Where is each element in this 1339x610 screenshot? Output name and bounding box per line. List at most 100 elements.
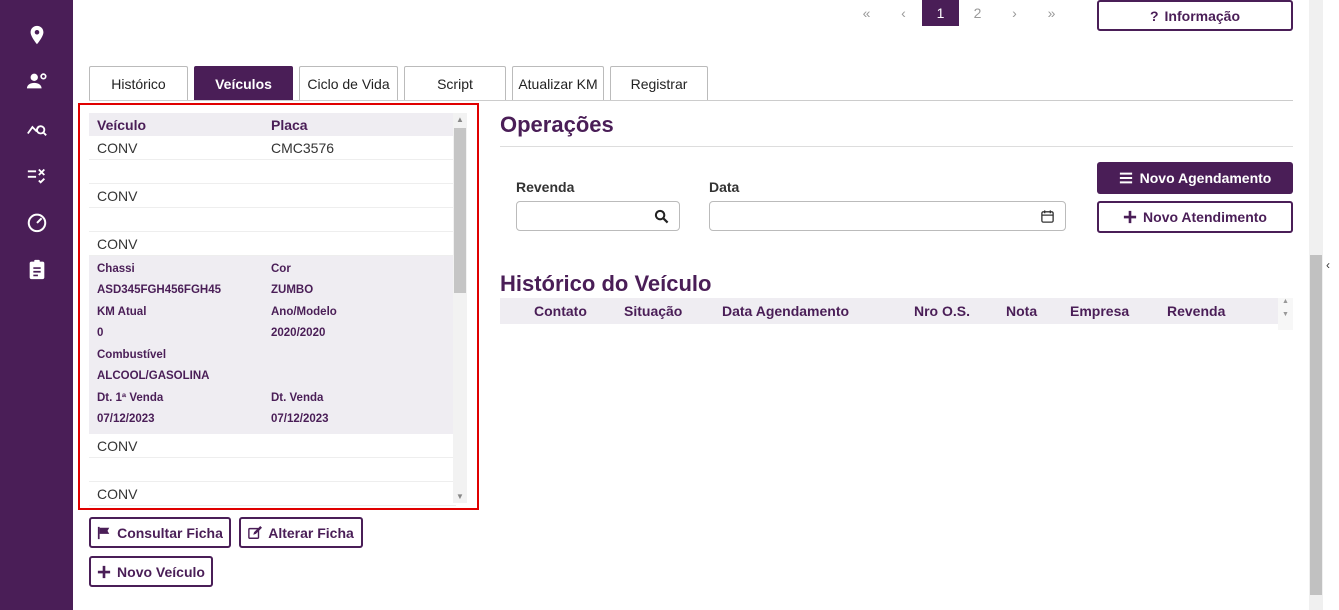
consultar-ficha-label: Consultar Ficha — [117, 524, 223, 541]
novo-atendimento-label: Novo Atendimento — [1143, 209, 1267, 225]
plus-icon — [1123, 210, 1137, 224]
tab-script[interactable]: Script — [404, 66, 506, 100]
calendar-icon[interactable] — [1040, 209, 1055, 224]
map-pin-icon[interactable] — [24, 22, 50, 48]
cor-value: ZUMBO — [271, 284, 314, 297]
menu-icon — [1119, 172, 1132, 184]
dt-venda-value: 07/12/2023 — [271, 413, 329, 426]
vehicle-model: CONV — [97, 187, 138, 204]
vehicle-row[interactable]: CONV — [89, 482, 456, 506]
alterar-ficha-button[interactable]: Alterar Ficha — [239, 517, 363, 548]
dt-primeira-venda-label: Dt. 1ª Venda — [97, 391, 164, 404]
historico-veiculo-title: Histórico do Veículo — [500, 271, 712, 296]
ano-label: Ano/Modelo — [271, 305, 337, 318]
revenda-label: Revenda — [516, 179, 575, 195]
flag-icon — [97, 526, 110, 539]
vehicle-row[interactable]: CONV — [89, 434, 456, 458]
first-page-button[interactable]: « — [848, 0, 885, 26]
vehicle-row[interactable]: CONV — [89, 232, 456, 256]
users-gear-icon[interactable] — [24, 68, 50, 94]
search-icon[interactable] — [654, 209, 669, 224]
tab-historico[interactable]: Histórico — [89, 66, 188, 100]
next-page-button[interactable]: › — [996, 0, 1033, 26]
placa-column-header: Placa — [271, 116, 308, 133]
vehicle-list: Veículo Placa CONV CMC3576 CONV CONV Cha… — [89, 113, 456, 506]
vehicle-list-panel: Veículo Placa CONV CMC3576 CONV CONV Cha… — [78, 103, 479, 510]
vehicle-list-header: Veículo Placa — [89, 113, 456, 136]
chassi-value: ASD345FGH456FGH45 — [97, 284, 221, 297]
scroll-down-icon[interactable]: ▼ — [1278, 311, 1293, 318]
scroll-up-icon[interactable]: ▲ — [1278, 298, 1293, 305]
contato-column-header[interactable]: Contato — [534, 303, 587, 319]
info-button-label: Informação — [1164, 7, 1241, 24]
collapse-panel-icon[interactable]: ‹ — [1326, 258, 1330, 272]
km-value: 0 — [97, 327, 104, 340]
pagination: « ‹ 1 2 › » — [848, 0, 1070, 26]
tab-atualizar-km[interactable]: Atualizar KM — [512, 66, 604, 100]
vehicle-model: CONV — [97, 139, 138, 156]
novo-atendimento-button[interactable]: Novo Atendimento — [1097, 201, 1293, 233]
vehicle-row[interactable]: CONV CMC3576 — [89, 136, 456, 160]
tab-ciclo-de-vida[interactable]: Ciclo de Vida — [299, 66, 398, 100]
page-2-button[interactable]: 2 — [959, 0, 996, 26]
question-icon: ? — [1149, 7, 1159, 24]
plus-icon — [97, 565, 111, 578]
historico-table-scrollbar[interactable]: ▲ ▼ — [1278, 298, 1293, 330]
scroll-down-icon[interactable]: ▼ — [453, 492, 467, 501]
vehicle-model: CONV — [97, 235, 138, 252]
info-button[interactable]: ? Informação — [1097, 0, 1293, 31]
vehicle-row[interactable] — [89, 458, 456, 482]
tab-veiculos[interactable]: Veículos — [194, 66, 293, 100]
data-input[interactable] — [709, 201, 1066, 231]
vehicle-row[interactable] — [89, 160, 456, 184]
sidebar — [0, 0, 73, 610]
clipboard-icon[interactable] — [24, 256, 50, 282]
empresa-column-header[interactable]: Empresa — [1070, 303, 1129, 319]
km-label: KM Atual — [97, 305, 147, 318]
gauge-icon[interactable] — [24, 209, 50, 235]
revenda-input[interactable] — [516, 201, 680, 231]
vehicle-detail: Chassi Cor ASD345FGH456FGH45 ZUMBO KM At… — [89, 256, 456, 434]
tab-divider — [89, 100, 1293, 101]
cor-label: Cor — [271, 262, 291, 275]
chassi-label: Chassi — [97, 262, 135, 275]
revenda-column-header[interactable]: Revenda — [1167, 303, 1225, 319]
scroll-up-icon[interactable]: ▲ — [453, 115, 467, 124]
tab-registrar[interactable]: Registrar — [610, 66, 708, 100]
page-scrollbar[interactable] — [1309, 0, 1323, 610]
novo-agendamento-button[interactable]: Novo Agendamento — [1097, 162, 1293, 194]
chart-search-icon[interactable] — [24, 115, 50, 141]
novo-veiculo-label: Novo Veículo — [117, 563, 205, 580]
page-scroll-thumb[interactable] — [1310, 255, 1322, 595]
historico-table-header: Contato Situação Data Agendamento Nro O.… — [500, 298, 1278, 324]
page-1-button[interactable]: 1 — [922, 0, 959, 26]
data-label: Data — [709, 179, 740, 195]
ano-value: 2020/2020 — [271, 327, 326, 340]
vehicle-row[interactable] — [89, 208, 456, 232]
combustivel-label: Combustível — [97, 348, 167, 361]
novo-veiculo-button[interactable]: Novo Veículo — [89, 556, 213, 587]
combustivel-value: ALCOOL/GASOLINA — [97, 370, 210, 383]
vehicle-model: CONV — [97, 437, 138, 454]
consultar-ficha-button[interactable]: Consultar Ficha — [89, 517, 231, 548]
prev-page-button[interactable]: ‹ — [885, 0, 922, 26]
vehicle-list-scrollbar[interactable]: ▲ ▼ — [453, 113, 467, 503]
nro-os-column-header[interactable]: Nro O.S. — [914, 303, 970, 319]
veiculo-column-header: Veículo — [97, 116, 147, 133]
last-page-button[interactable]: » — [1033, 0, 1070, 26]
novo-agendamento-label: Novo Agendamento — [1139, 170, 1272, 186]
vehicle-row[interactable]: CONV — [89, 184, 456, 208]
situacao-column-header[interactable]: Situação — [624, 303, 682, 319]
alterar-ficha-label: Alterar Ficha — [268, 524, 354, 541]
data-agendamento-column-header[interactable]: Data Agendamento — [722, 303, 849, 319]
vehicle-list-scroll-thumb[interactable] — [454, 128, 466, 293]
dt-venda-label: Dt. Venda — [271, 391, 324, 404]
vehicle-plate: CMC3576 — [271, 139, 335, 156]
nota-column-header[interactable]: Nota — [1006, 303, 1037, 319]
operacoes-divider — [500, 146, 1293, 147]
dt-primeira-venda-value: 07/12/2023 — [97, 413, 155, 426]
list-check-icon[interactable] — [24, 162, 50, 188]
edit-icon — [248, 525, 263, 539]
tab-bar: Histórico Veículos Ciclo de Vida Script … — [89, 66, 714, 100]
vehicle-model: CONV — [97, 485, 138, 502]
